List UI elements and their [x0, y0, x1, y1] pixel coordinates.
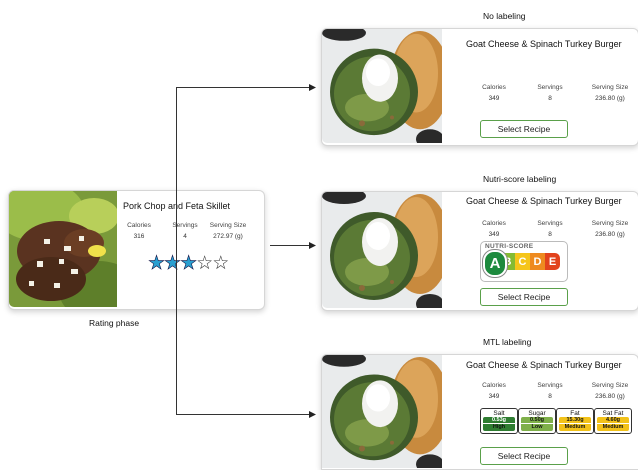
nutri-score-caption: Nutri-score labeling	[483, 174, 557, 184]
mtl-nutrient-name: Sat Fat	[602, 410, 624, 417]
recipe-title: Goat Cheese & Spinach Turkey Burger	[466, 196, 622, 206]
recipe-calories: Calories 349	[473, 380, 515, 402]
calories-value: 316	[133, 233, 145, 240]
star-rating[interactable]: ★★★☆☆	[148, 253, 230, 274]
serving-size-value: 236.80 (g)	[595, 231, 625, 238]
mtl-amount: 0.50g	[521, 417, 553, 423]
rating-phase-caption: Rating phase	[89, 318, 140, 328]
connector-line-bottom	[176, 414, 309, 415]
no-labeling-caption: No labeling	[483, 11, 526, 21]
calories-label: Calories	[482, 220, 506, 227]
mtl-nutrient-name: Fat	[570, 410, 580, 417]
calories-label: Calories	[127, 222, 151, 229]
recipe-serving-size: Serving Size 236.80 (g)	[585, 380, 635, 402]
mtl-nutrient-name: Salt	[493, 410, 505, 417]
recipe-calories: Calories 349	[473, 82, 515, 104]
nutri-score-label: NUTRI-SCORE BCDEA	[480, 241, 568, 282]
servings-label: Servings	[537, 84, 563, 91]
calories-value: 349	[488, 393, 500, 400]
serving-size-value: 236.80 (g)	[595, 393, 625, 400]
burger-photo	[322, 29, 442, 143]
recipe-calories: Calories 349	[473, 218, 515, 240]
arrowhead-bottom	[309, 411, 316, 418]
select-recipe-button[interactable]: Select Recipe	[480, 288, 568, 306]
mtl-nutrient-name: Sugar	[528, 410, 546, 417]
recipe-title: Goat Cheese & Spinach Turkey Burger	[466, 360, 622, 370]
nutri-grade: E	[545, 253, 560, 270]
mtl-tile: Sugar 0.50g Low	[518, 408, 556, 434]
star-empty-icon[interactable]: ☆	[196, 253, 213, 274]
star-filled-icon[interactable]: ★	[148, 253, 166, 274]
serving-size-value: 236.80 (g)	[595, 95, 625, 102]
calories-value: 349	[488, 95, 500, 102]
servings-value: 8	[548, 95, 552, 102]
star-filled-icon[interactable]: ★	[180, 253, 198, 274]
star-filled-icon[interactable]: ★	[164, 253, 182, 274]
servings-value: 8	[548, 393, 552, 400]
rating-calories: Calories 316	[120, 220, 158, 242]
mtl-level: Low	[521, 424, 553, 431]
mtl-tile: Fat 15.30g Medium	[556, 408, 594, 434]
rating-serving-size: Serving Size 272.97 (g)	[205, 220, 251, 242]
servings-label: Servings	[172, 222, 198, 229]
nutri-grade-active: A	[483, 250, 507, 277]
select-recipe-button[interactable]: Select Recipe	[480, 120, 568, 138]
serving-size-label: Serving Size	[591, 84, 629, 91]
mtl-amount: 15.30g	[559, 417, 591, 423]
mtl-label: Salt 0.53g High Sugar 0.50g Low Fat 15.30g Mediu…	[480, 408, 638, 434]
servings-value: 8	[548, 231, 552, 238]
serving-size-label: Serving Size	[591, 382, 629, 389]
nutri-score-header: NUTRI-SCORE	[485, 243, 534, 250]
servings-label: Servings	[537, 220, 563, 227]
calories-value: 349	[488, 231, 500, 238]
mtl-level: Medium	[597, 424, 629, 431]
recipe-servings: Servings 8	[529, 380, 571, 402]
burger-photo	[322, 355, 442, 468]
star-empty-icon[interactable]: ☆	[212, 253, 229, 274]
connector-line-top	[176, 87, 309, 88]
connector-line-middle	[270, 245, 309, 246]
select-recipe-button[interactable]: Select Recipe	[480, 447, 568, 465]
recipe-serving-size: Serving Size 236.80 (g)	[585, 218, 635, 240]
mtl-amount: 4.60g	[597, 417, 629, 423]
recipe-serving-size: Serving Size 236.80 (g)	[585, 82, 635, 104]
pork-chop-photo	[9, 191, 117, 307]
recipe-title: Goat Cheese & Spinach Turkey Burger	[466, 39, 622, 49]
servings-value: 4	[183, 233, 187, 240]
burger-photo	[322, 192, 442, 308]
serving-size-label: Serving Size	[591, 220, 629, 227]
recipe-servings: Servings 8	[529, 218, 571, 240]
nutri-grade: D	[530, 253, 545, 270]
rating-servings: Servings 4	[166, 220, 204, 242]
mtl-amount: 0.53g	[483, 417, 515, 423]
servings-label: Servings	[537, 382, 563, 389]
arrowhead-middle	[309, 242, 316, 249]
serving-size-value: 272.97 (g)	[213, 233, 243, 240]
mtl-tile: Sat Fat 4.60g Medium	[594, 408, 632, 434]
calories-label: Calories	[482, 382, 506, 389]
recipe-servings: Servings 8	[529, 82, 571, 104]
mtl-tile: Salt 0.53g High	[480, 408, 518, 434]
nutri-grade: C	[515, 253, 530, 270]
arrowhead-top	[309, 84, 316, 91]
mtl-level: High	[483, 424, 515, 431]
mtl-caption: MTL labeling	[483, 337, 532, 347]
connector-line-vertical	[176, 87, 177, 415]
mtl-level: Medium	[559, 424, 591, 431]
serving-size-label: Serving Size	[209, 222, 247, 229]
calories-label: Calories	[482, 84, 506, 91]
